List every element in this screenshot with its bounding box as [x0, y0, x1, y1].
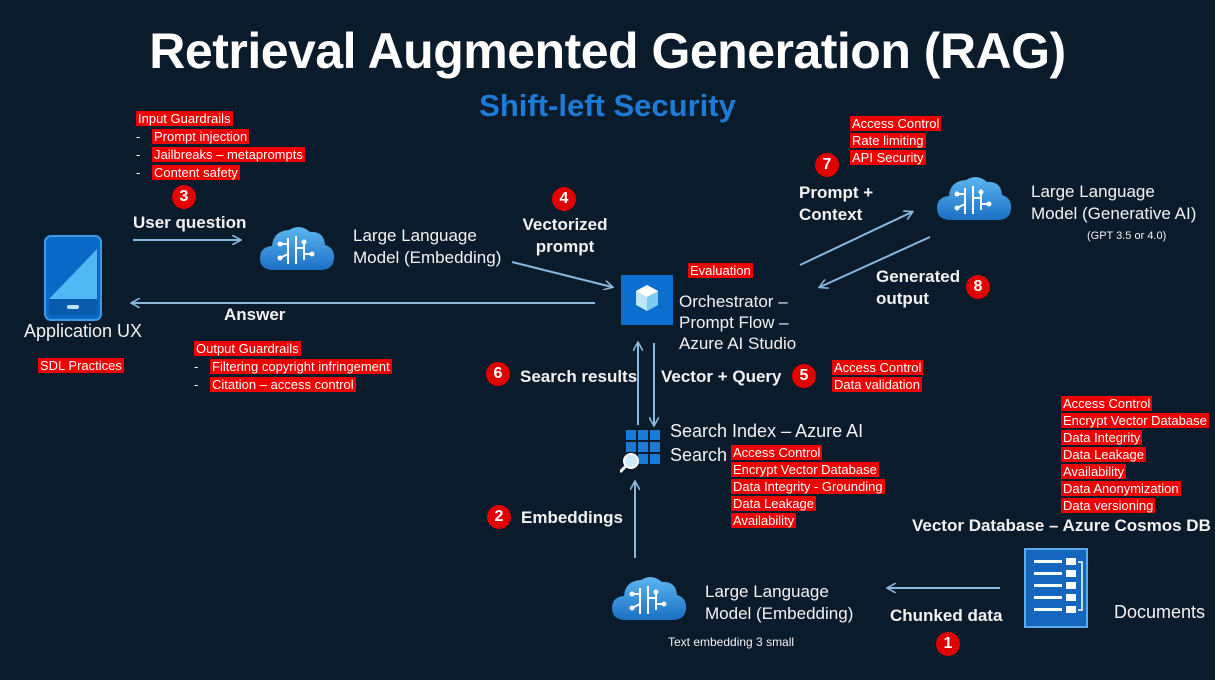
generated-output-label: Generated output [876, 267, 961, 308]
app-ux-label: Application UX [24, 321, 143, 341]
security-item: Rate limiting [850, 133, 926, 148]
prompt-context-label: Prompt + Context [799, 183, 874, 224]
security-item: Encrypt Vector Database [731, 462, 879, 477]
step-1-badge: 1 [936, 632, 960, 656]
output-guardrail-item: Citation – access control [210, 377, 356, 392]
vector-db-security: Access Control Encrypt Vector Database D… [1061, 396, 1209, 515]
document-icon [1024, 548, 1088, 633]
security-item: Encrypt Vector Database [1061, 413, 1209, 428]
security-item: Availability [731, 513, 797, 528]
vector-query-label: Vector + Query [661, 367, 782, 386]
vector-db-label: Vector Database – Azure Cosmos DB [912, 516, 1211, 535]
cloud-brain-icon [258, 222, 336, 277]
chunked-data-label: Chunked data [890, 606, 1003, 625]
documents-label: Documents [1114, 602, 1206, 622]
input-guardrail-item: Prompt injection [152, 129, 250, 144]
security-item: API Security [850, 150, 926, 165]
user-question-label: User question [133, 213, 247, 232]
vectorized-prompt-label: Vectorized prompt [522, 215, 608, 256]
security-item: Data Leakage [1061, 447, 1146, 462]
security-item: Data validation [832, 377, 922, 392]
step-4-badge: 4 [552, 187, 576, 211]
llm-generative-note: (GPT 3.5 or 4.0) [1087, 230, 1167, 242]
orchestrator-label: Orchestrator – Prompt Flow – Azure AI St… [679, 292, 797, 353]
security-item: Data Anonymization [1061, 481, 1181, 496]
security-item: Access Control [731, 445, 823, 460]
security-item: Availability [1061, 464, 1127, 479]
tablet-icon [44, 235, 102, 326]
search-security: Access Control Encrypt Vector Database D… [731, 445, 885, 530]
llm-embedding-bottom-note: Text embedding 3 small [668, 635, 795, 649]
step-7-badge: 7 [815, 153, 839, 177]
llm-gen-security: Access Control Rate limiting API Securit… [850, 116, 942, 167]
sdl-practices-badge: SDL Practices [38, 358, 124, 373]
input-guardrail-item: Jailbreaks – metaprompts [152, 147, 305, 162]
cloud-brain-icon [935, 172, 1013, 227]
arrow-vectorized-prompt [511, 261, 612, 287]
step-6-badge: 6 [486, 362, 510, 386]
search-results-label: Search results [520, 367, 638, 386]
step-2-badge: 2 [487, 505, 511, 529]
security-item: Access Control [1061, 396, 1153, 411]
security-item: Data versioning [1061, 498, 1156, 513]
llm-embedding-bottom-label: Large Language Model (Embedding) [705, 582, 854, 623]
search-index-icon [618, 430, 664, 479]
orchestrator-icon [621, 275, 673, 330]
security-item: Access Control [850, 116, 942, 131]
output-guardrails-title: Output Guardrails [194, 341, 301, 356]
output-guardrails: Output Guardrails - Filtering copyright i… [194, 341, 392, 392]
input-guardrail-item: Content safety [152, 165, 240, 180]
step-3-badge: 3 [172, 185, 196, 209]
evaluation-badge: Evaluation [688, 263, 753, 278]
llm-embedding-top-label: Large Language Model (Embedding) [353, 226, 502, 267]
cloud-brain-icon [610, 572, 688, 627]
security-item: Data Leakage [731, 496, 816, 511]
step-5-badge: 5 [792, 364, 816, 388]
answer-label: Answer [224, 305, 286, 324]
security-item: Access Control [832, 360, 924, 375]
security-item: Data Integrity - Grounding [731, 479, 885, 494]
input-guardrails: Input Guardrails - Prompt injection - Jail… [136, 111, 305, 180]
output-guardrail-item: Filtering copyright infringement [210, 359, 392, 374]
llm-generative-label: Large Language Model (Generative AI) [1031, 182, 1197, 223]
security-item: Data Integrity [1061, 430, 1143, 445]
step-8-badge: 8 [966, 275, 990, 299]
vector-query-security: Access Control Data validation [832, 360, 924, 394]
embeddings-label: Embeddings [521, 508, 624, 527]
input-guardrails-title: Input Guardrails [136, 111, 233, 126]
